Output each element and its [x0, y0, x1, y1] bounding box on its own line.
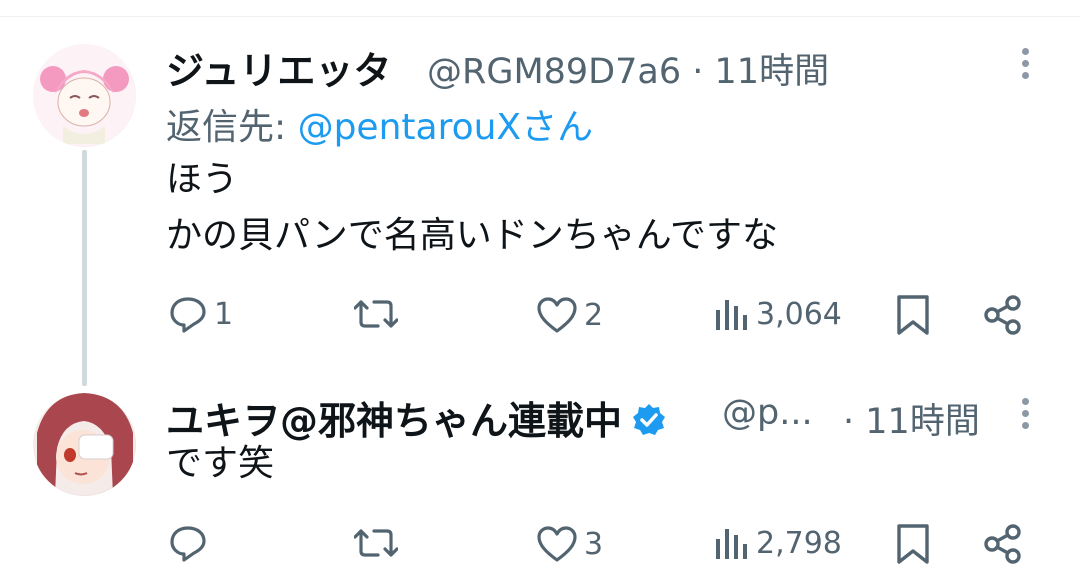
views-count: 2,798	[756, 525, 842, 561]
timestamp[interactable]: 11時間	[715, 52, 830, 92]
share-icon	[984, 295, 1021, 335]
heart-icon	[537, 297, 577, 333]
bookmark-icon	[897, 524, 929, 564]
time-separator: ·	[843, 402, 855, 442]
views-count: 3,064	[756, 296, 842, 332]
views-chart-icon	[716, 529, 747, 559]
more-vertical-icon	[1022, 48, 1029, 55]
reply-button[interactable]: 1	[168, 294, 233, 334]
display-name[interactable]: ジュリエッタ	[166, 40, 391, 95]
retweet-icon	[354, 529, 398, 557]
avatar[interactable]	[33, 393, 136, 496]
more-options-button[interactable]	[1022, 398, 1032, 434]
handle-text[interactable]: @RGM89D7a6	[427, 52, 681, 92]
heart-icon	[537, 526, 577, 562]
bookmark-icon	[897, 295, 929, 335]
thread-connector-line	[82, 150, 87, 386]
views-chart-icon	[716, 300, 747, 330]
reply-icon	[170, 297, 206, 333]
tweet-text-line: ほう	[166, 159, 239, 200]
user-handle-text[interactable]: @p...	[722, 393, 813, 433]
like-button[interactable]: 3	[536, 525, 603, 563]
views-button[interactable]: 2,798	[714, 525, 842, 561]
avatar[interactable]	[33, 44, 136, 147]
like-count: 3	[584, 526, 604, 562]
like-button[interactable]: 2	[536, 296, 603, 334]
reply-to-line: 返信先: @pentarouXさん	[166, 98, 593, 150]
reply-button[interactable]	[168, 523, 208, 563]
more-vertical-icon	[1022, 398, 1029, 405]
retweet-button[interactable]	[354, 523, 398, 563]
tweet-text: ほう かの貝パンで名高いドンちゃんですな	[166, 152, 778, 264]
retweet-button[interactable]	[354, 294, 398, 334]
tweet-text: です笑	[166, 436, 274, 492]
tweet-text-line: です笑	[166, 443, 275, 484]
reply-label: 返信先:	[166, 107, 298, 148]
like-count: 2	[584, 297, 604, 333]
tweet-text-line: かの貝パンで名高いドンちゃんですな	[166, 215, 779, 256]
verified-badge-icon	[632, 402, 666, 446]
user-handle[interactable]: @RGM89D7a6 · 11時間	[427, 43, 829, 94]
bookmark-button[interactable]	[896, 523, 930, 565]
share-icon	[984, 524, 1021, 564]
divider	[0, 16, 1080, 17]
retweet-icon	[354, 300, 398, 328]
reply-icon	[170, 526, 206, 562]
reply-mention-link[interactable]: @pentarouXさん	[298, 107, 594, 148]
timestamp[interactable]: 11時間	[865, 402, 980, 442]
share-button[interactable]	[982, 294, 1024, 336]
bookmark-button[interactable]	[896, 294, 930, 336]
timestamp-group[interactable]: · 11時間	[843, 393, 980, 444]
share-button[interactable]	[982, 523, 1024, 565]
reply-count: 1	[214, 296, 234, 332]
more-options-button[interactable]	[1022, 48, 1032, 84]
time-separator: ·	[692, 52, 704, 92]
views-button[interactable]: 3,064	[714, 296, 842, 332]
